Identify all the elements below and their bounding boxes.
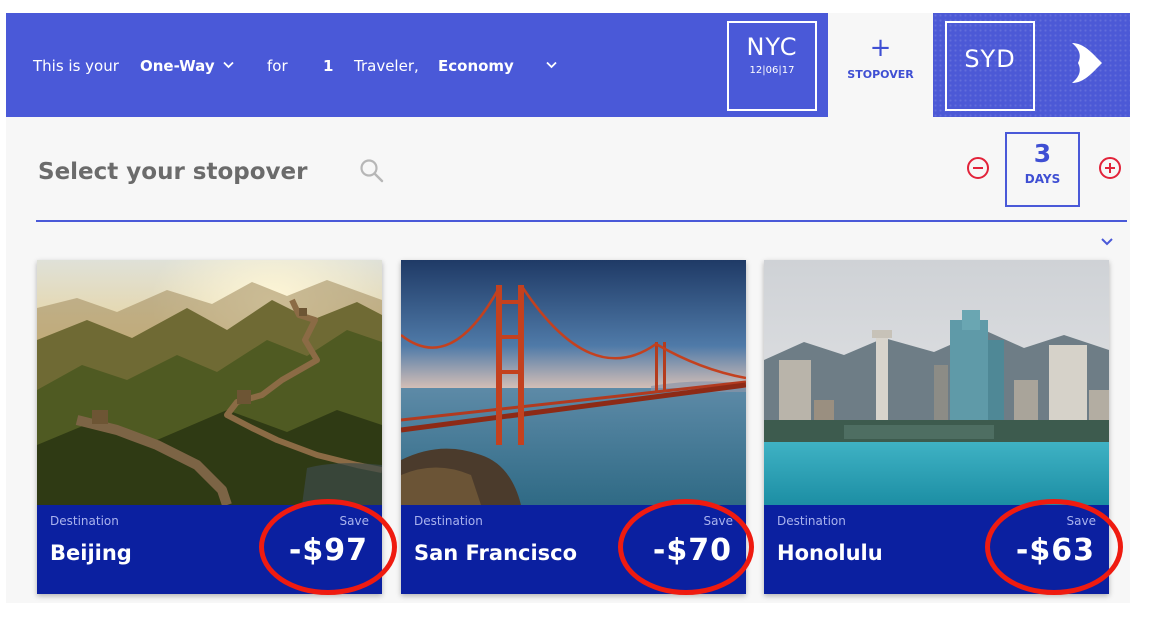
price-highlight-ring (618, 499, 754, 595)
destination-code: SYD (964, 45, 1016, 73)
plus-icon: + (869, 33, 892, 63)
trip-header: This is your One-Way for 1 Traveler, Eco… (6, 13, 828, 117)
days-counter: 3 DAYS (1005, 132, 1080, 207)
city-name: Beijing (50, 541, 132, 565)
price-highlight-ring (259, 499, 397, 595)
city-name: San Francisco (414, 541, 578, 565)
origin-airport-box[interactable]: NYC 12|06|17 (727, 21, 817, 111)
next-arrow-icon[interactable] (1070, 41, 1104, 85)
destination-airport-box[interactable]: SYD (945, 21, 1035, 111)
chevron-down-icon[interactable] (1100, 237, 1114, 247)
destination-label: Destination (777, 514, 846, 528)
stopover-search-title[interactable]: Select your stopover (38, 159, 308, 185)
chevron-down-icon[interactable] (546, 59, 557, 70)
traveler-label: Traveler, (354, 57, 419, 75)
days-value: 3 (1033, 139, 1052, 168)
stopover-label: STOPOVER (847, 68, 914, 81)
increase-days-icon[interactable] (1098, 156, 1122, 180)
destination-label: Destination (50, 514, 119, 528)
destination-photo (401, 260, 746, 505)
cabin-class-dropdown[interactable]: Economy (438, 57, 514, 75)
days-unit-label: DAYS (1024, 172, 1061, 186)
destination-photo (764, 260, 1109, 505)
app-window: This is your One-Way for 1 Traveler, Eco… (6, 13, 1130, 603)
trip-type-dropdown[interactable]: One-Way (140, 57, 215, 75)
origin-code: NYC (746, 33, 798, 61)
stopover-tab[interactable]: + STOPOVER (828, 13, 933, 117)
chevron-down-icon[interactable] (223, 59, 234, 70)
departure-date: 12|06|17 (749, 65, 795, 76)
destination-photo (37, 260, 382, 505)
for-label: for (267, 57, 288, 75)
city-name: Honolulu (777, 541, 883, 565)
search-icon[interactable] (359, 158, 385, 184)
destination-label: Destination (414, 514, 483, 528)
decrease-days-icon[interactable] (966, 156, 990, 180)
trip-prefix-label: This is your (33, 57, 119, 75)
traveler-count[interactable]: 1 (323, 57, 333, 75)
search-underline (36, 220, 1127, 222)
price-highlight-ring (985, 499, 1123, 595)
